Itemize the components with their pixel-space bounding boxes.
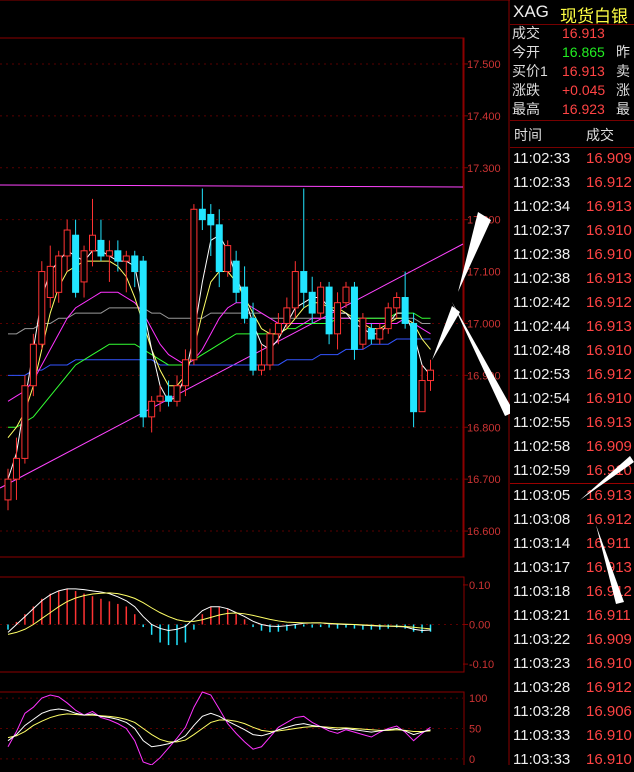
- candle-body: [198, 208, 206, 221]
- candle-body: [300, 271, 308, 293]
- candle-body: [350, 286, 358, 350]
- candle-body: [401, 297, 409, 324]
- candle-body: [131, 255, 139, 273]
- price-axis-label: 17.400: [467, 111, 501, 123]
- candlesticks: [4, 188, 434, 511]
- price-axis-label: 17.500: [467, 59, 501, 71]
- candle-body: [232, 260, 240, 293]
- kdj-axis-label: 50: [469, 724, 481, 736]
- candle-body: [367, 328, 375, 340]
- candle-body: [139, 260, 147, 418]
- ma-green-line: [8, 312, 431, 428]
- ma-gray-line: [8, 307, 431, 335]
- candle-body: [207, 213, 215, 226]
- candle-body: [29, 343, 37, 387]
- candle-body: [63, 229, 71, 257]
- price-axis-label: 16.800: [467, 422, 501, 434]
- kline-chart[interactable]: 17.50017.40017.30017.20017.10017.00016.9…: [0, 0, 510, 765]
- candle-body: [105, 250, 113, 257]
- candle-body: [224, 245, 232, 273]
- candle-body: [21, 385, 29, 459]
- kdj-axis-label: 100: [469, 693, 487, 705]
- annotation-arrows: [432, 212, 510, 416]
- price-axis-label: 16.700: [467, 474, 501, 486]
- candle-body: [249, 317, 257, 371]
- macd-axis: 0.10 0.00 -0.10: [463, 580, 494, 671]
- price-axis-label: 17.300: [467, 163, 501, 175]
- candle-body: [427, 369, 434, 382]
- candle-body: [283, 307, 291, 324]
- candle-body: [384, 307, 392, 330]
- candle-body: [190, 208, 198, 361]
- candle-body: [241, 286, 249, 319]
- price-axis-label: 16.600: [467, 526, 501, 538]
- channel-top-line: [0, 184, 464, 188]
- candle-body: [258, 364, 265, 371]
- quote-panel: XAG 现货白银 成交 16.913 今开 16.865 昨买价1 16.913 卖涨跌 +0…: [510, 0, 634, 768]
- candle-body: [266, 333, 274, 366]
- price-axis-label: 17.100: [467, 267, 501, 279]
- candle-body: [418, 380, 426, 413]
- candle-body: [55, 255, 63, 293]
- candle-body: [181, 359, 189, 387]
- candle-body: [173, 385, 181, 402]
- candle-body: [97, 239, 105, 257]
- candle-body: [393, 297, 401, 309]
- price-axis: 17.50017.40017.30017.20017.10017.00016.9…: [463, 59, 501, 538]
- trend-support-line: [0, 243, 464, 489]
- candle-body: [308, 291, 316, 314]
- arrow-3: [432, 306, 460, 360]
- candle-body: [325, 286, 333, 335]
- chart-grid: [0, 0, 510, 765]
- macd-panel: [0, 588, 463, 646]
- panel-arrows: [580, 456, 634, 604]
- candle-body: [12, 457, 20, 480]
- candle-body: [274, 322, 282, 335]
- candle-body: [165, 395, 173, 402]
- candle-body: [342, 286, 350, 304]
- candle-body: [4, 478, 12, 501]
- candle-body: [46, 265, 54, 298]
- candle-body: [156, 395, 164, 402]
- kdj-d-line: [7, 713, 431, 743]
- kdj-axis-label: 0: [469, 754, 475, 765]
- candle-body: [148, 400, 156, 418]
- candle-body: [334, 302, 342, 335]
- candle-body: [89, 234, 96, 252]
- macd-axis-label: 0.00: [469, 620, 490, 632]
- candle-body: [317, 286, 325, 314]
- candle-body: [38, 271, 46, 345]
- candle-body: [72, 234, 80, 293]
- macd-axis-label: -0.10: [469, 659, 494, 671]
- candle-body: [80, 250, 88, 283]
- macd-axis-label: 0.10: [469, 580, 490, 592]
- candle-body: [291, 271, 299, 309]
- candle-body: [114, 250, 122, 262]
- price-axis-label: 17.000: [467, 318, 501, 330]
- candle-body: [376, 328, 384, 340]
- candle-body: [359, 317, 367, 345]
- ma-yellow-line: [7, 260, 431, 438]
- candle-body: [215, 224, 223, 273]
- arrow-6: [580, 456, 634, 500]
- candle-body: [122, 255, 130, 262]
- arrow-7: [596, 525, 624, 604]
- candle-body: [410, 322, 418, 413]
